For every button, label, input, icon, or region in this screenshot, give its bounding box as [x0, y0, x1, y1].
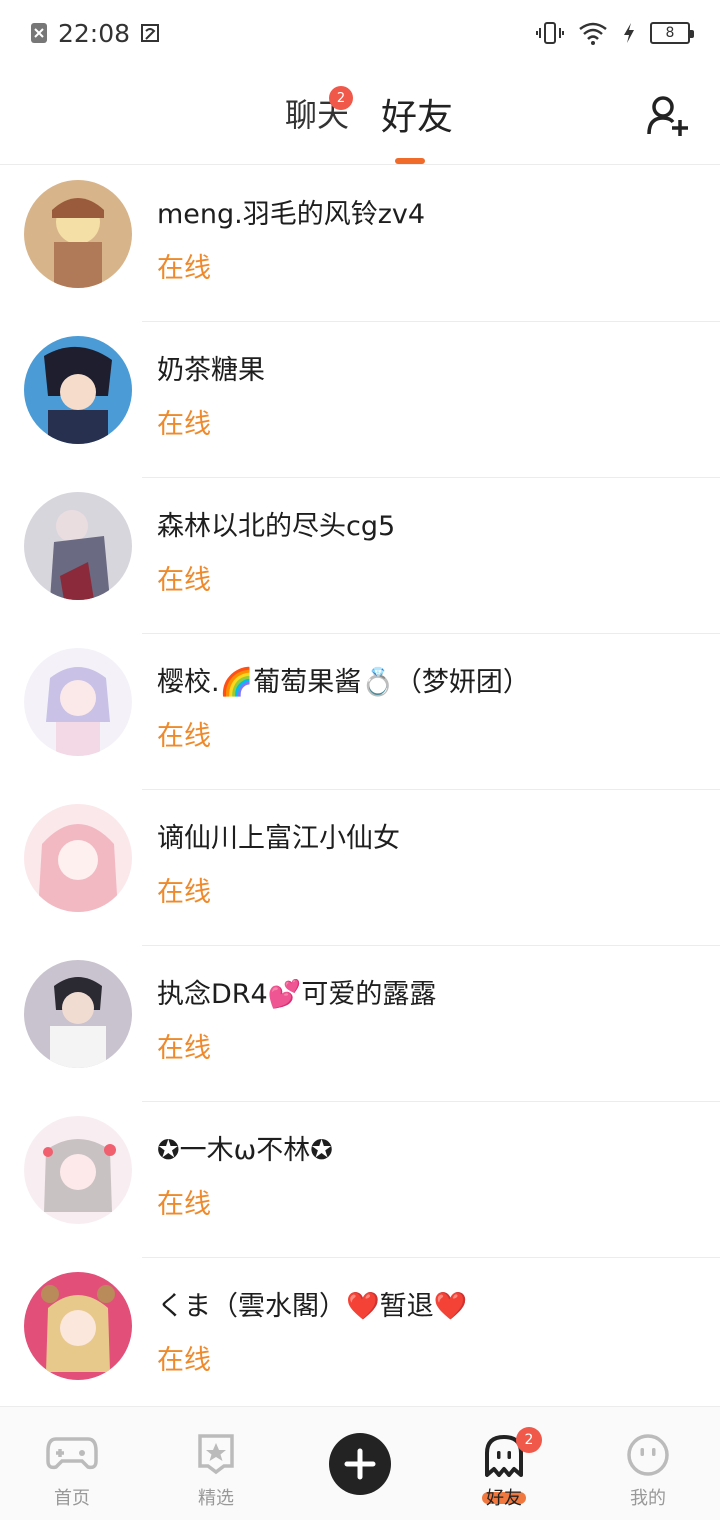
friend-row[interactable]: 樱校.🌈葡萄果酱💍（梦妍团） 在线 [0, 634, 720, 790]
friend-status: 在线 [157, 1345, 211, 1376]
wifi-icon [579, 22, 607, 45]
friend-name: 森林以北的尽头cg5 [157, 511, 396, 542]
nav-me-label: 我的 [630, 1488, 666, 1509]
friends-unread-count: 2 [524, 1432, 534, 1448]
notification-icon [31, 23, 47, 43]
battery-level: 8 [665, 25, 675, 41]
nav-featured[interactable]: 精选 [144, 1407, 288, 1521]
active-tab-indicator [395, 158, 425, 164]
nav-create[interactable] [288, 1407, 432, 1521]
avatar[interactable] [24, 804, 132, 912]
status-time: 22:08 [58, 18, 131, 48]
avatar[interactable] [24, 1116, 132, 1224]
charging-icon [624, 23, 634, 43]
friend-status: 在线 [157, 1033, 211, 1064]
nav-friends-label: 好友 [486, 1488, 522, 1509]
friend-row[interactable]: meng.羽毛的风铃zv4 在线 [0, 166, 720, 322]
nav-friends[interactable]: 2 好友 [432, 1407, 576, 1521]
screenshot-icon [141, 24, 160, 42]
friend-name: ✪一木ω不林✪ [157, 1135, 333, 1166]
avatar[interactable] [24, 180, 132, 288]
nav-me[interactable]: 我的 [576, 1407, 720, 1521]
chat-unread-count: 2 [336, 90, 346, 106]
status-bar: 22:08 8 [0, 0, 720, 66]
friend-row[interactable]: 森林以北的尽头cg5 在线 [0, 478, 720, 634]
plus-button[interactable] [329, 1433, 391, 1495]
face-icon [627, 1434, 669, 1476]
avatar[interactable] [24, 1272, 132, 1380]
friend-name: くま（雲水閣）❤️暂退❤️ [157, 1291, 468, 1322]
friend-name: 执念DR4💕可爱的露露 [157, 979, 437, 1010]
vibrate-icon [536, 22, 564, 44]
friend-name: 樱校.🌈葡萄果酱💍（梦妍团） [157, 667, 530, 698]
nav-featured-label: 精选 [198, 1488, 234, 1509]
add-user-icon [647, 96, 688, 136]
friend-name: meng.羽毛的风铃zv4 [157, 199, 426, 230]
friend-status: 在线 [157, 565, 211, 596]
star-icon [198, 1434, 234, 1475]
plus-icon [344, 1448, 376, 1480]
avatar[interactable] [24, 492, 132, 600]
avatar[interactable] [24, 336, 132, 444]
avatar[interactable] [24, 648, 132, 756]
friend-row[interactable]: ✪一木ω不林✪ 在线 [0, 1102, 720, 1258]
tab-friends-label: 好友 [381, 97, 454, 138]
add-friend-button[interactable] [646, 94, 690, 138]
friends-unread-badge: 2 [516, 1427, 542, 1453]
battery-indicator: 8 [650, 22, 694, 44]
friend-name: 谪仙川上富江小仙女 [157, 823, 400, 854]
friend-row[interactable]: くま（雲水閣）❤️暂退❤️ 在线 [0, 1258, 720, 1414]
friend-list: meng.羽毛的风铃zv4 在线 奶茶糖果 在线 森林以北的尽头cg5 在线 樱… [0, 166, 720, 1414]
friend-row[interactable]: 谪仙川上富江小仙女 在线 [0, 790, 720, 946]
gamepad-icon [46, 1437, 98, 1470]
tab-friends[interactable]: 好友 [381, 88, 453, 140]
nav-home[interactable]: 首页 [0, 1407, 144, 1521]
bottom-nav: 首页 精选 2 好友 我的 [0, 1406, 720, 1520]
friend-status: 在线 [157, 409, 211, 440]
top-tab-bar: 聊天 2 好友 [0, 66, 720, 165]
friend-row[interactable]: 奶茶糖果 在线 [0, 322, 720, 478]
nav-home-label: 首页 [54, 1488, 90, 1509]
chat-unread-badge: 2 [329, 86, 353, 110]
friend-status: 在线 [157, 877, 211, 908]
friend-status: 在线 [157, 721, 211, 752]
friend-row[interactable]: 执念DR4💕可爱的露露 在线 [0, 946, 720, 1102]
avatar[interactable] [24, 960, 132, 1068]
friend-status: 在线 [157, 253, 211, 284]
friend-status: 在线 [157, 1189, 211, 1220]
friend-name: 奶茶糖果 [157, 355, 265, 386]
